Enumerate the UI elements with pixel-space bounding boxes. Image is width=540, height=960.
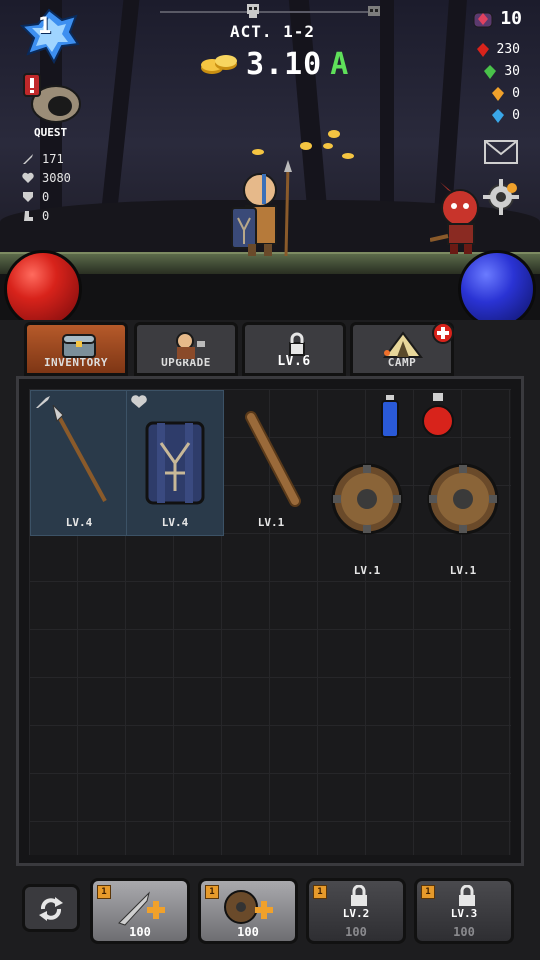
slot-level: LV.1 <box>449 564 477 577</box>
gold-counter: 3.10 A <box>200 44 348 84</box>
shield-plus-icon <box>224 890 273 924</box>
stat-health-value: 3080 <box>42 171 71 185</box>
tab-inventory[interactable]: INVENTORY <box>24 322 128 376</box>
tower-shield-icon <box>145 421 205 505</box>
lock-icon <box>351 885 367 906</box>
buy-weapon-button[interactable]: 1 100 <box>90 878 190 944</box>
resource-green-value: 30 <box>504 64 520 79</box>
resource-green: 30 <box>484 64 520 79</box>
resource-blue-value: 0 <box>512 108 520 123</box>
stat-attack-value: 171 <box>42 152 64 166</box>
flying-coins <box>252 130 354 159</box>
tier-badge: 1 <box>205 885 219 899</box>
resource-orange: 0 <box>492 86 520 101</box>
red-gem-icon <box>476 42 489 57</box>
unlock-level: LV.3 <box>450 907 478 920</box>
inventory-slot-spear[interactable]: LV.4 <box>30 390 128 536</box>
buy-shield-button[interactable]: 1 100 <box>198 878 298 944</box>
buy-cost: 100 <box>345 925 367 939</box>
gold-coins-icon <box>201 55 237 74</box>
unlock-level: LV.2 <box>342 907 370 920</box>
slot-level: LV.4 <box>161 516 189 529</box>
green-gem-icon <box>484 64 497 79</box>
boss-icon <box>368 6 380 16</box>
quest-label[interactable]: QUEST <box>34 126 67 139</box>
goblin-enemy <box>430 182 479 254</box>
blue-gem-icon <box>492 108 505 123</box>
wooden-buckler-icon <box>427 463 499 535</box>
hero-character <box>231 160 292 257</box>
stage-progress-track <box>160 11 380 13</box>
tier-badge: 1 <box>313 885 327 899</box>
gem-bag-icon <box>473 12 493 27</box>
chest-icon <box>62 334 96 358</box>
stat-health: 3080 <box>22 171 71 185</box>
buy-locked-button-2[interactable]: 1 LV.3 100 <box>414 878 514 944</box>
gem-total-value: 10 <box>500 8 522 29</box>
mail-icon[interactable] <box>484 140 518 164</box>
lock-icon <box>459 885 475 906</box>
buy-cost: 100 <box>237 925 259 939</box>
act-label: ACT. 1-2 <box>230 22 316 41</box>
gold-unit: A <box>330 46 349 82</box>
stat-defense-value: 0 <box>42 190 50 204</box>
inventory-grid-frame: LV.4 LV.4 LV.1 LV.1 LV.1 <box>16 376 524 866</box>
orange-gem-icon <box>492 86 505 101</box>
resource-red-value: 230 <box>496 42 520 57</box>
stat-attack: 171 <box>22 152 64 166</box>
heart-icon <box>22 172 34 183</box>
resource-red: 230 <box>476 42 520 57</box>
slot-level: LV.4 <box>65 516 93 529</box>
lock-icon <box>289 332 305 356</box>
sword-plus-icon <box>118 891 165 926</box>
shield-icon <box>23 192 33 202</box>
mp-orb <box>458 250 536 328</box>
camp-notification-icon <box>432 322 454 344</box>
tier-badge: 1 <box>97 885 111 899</box>
wooden-buckler-icon <box>331 463 403 535</box>
spear-icon <box>52 405 107 502</box>
equipped-health-icon <box>131 395 147 408</box>
gem-total[interactable]: 10 <box>472 8 522 29</box>
blacksmith-icon <box>176 332 205 359</box>
refresh-button[interactable] <box>22 884 80 932</box>
inventory-slot-buckler[interactable]: LV.1 <box>415 439 511 583</box>
inventory-slot-club[interactable]: LV.1 <box>223 391 319 535</box>
boot-icon <box>24 211 33 221</box>
stat-defense: 0 <box>22 190 49 204</box>
tab-upgrade[interactable]: UPGRADE <box>134 322 238 376</box>
inventory-grid: LV.4 LV.4 LV.1 LV.1 LV.1 <box>29 389 511 855</box>
player-level: 1 <box>38 14 52 39</box>
club-icon <box>245 411 301 507</box>
inventory-slot-buckler[interactable]: LV.1 <box>319 439 415 583</box>
resource-blue: 0 <box>492 108 520 123</box>
resource-orange-value: 0 <box>512 86 520 101</box>
buy-locked-button-1[interactable]: 1 LV.2 100 <box>306 878 406 944</box>
stat-speed: 0 <box>22 209 49 223</box>
tent-icon <box>383 331 423 358</box>
hp-orb <box>4 250 82 328</box>
mana-potion-icon[interactable] <box>379 395 401 439</box>
tier-badge: 1 <box>421 885 435 899</box>
buy-cost: 100 <box>453 925 475 939</box>
buy-cost: 100 <box>129 925 151 939</box>
inventory-slot-shield[interactable]: LV.4 <box>126 390 224 536</box>
slot-level: LV.1 <box>257 516 285 529</box>
gold-amount: 3.10 <box>246 46 323 82</box>
skull-icon <box>247 4 259 18</box>
slot-level: LV.1 <box>353 564 381 577</box>
refresh-icon <box>39 897 63 921</box>
health-potion-icon[interactable] <box>419 393 457 437</box>
tab-locked[interactable]: LV.6 <box>242 322 346 376</box>
quest-helmet-icon[interactable] <box>18 70 82 126</box>
stat-speed-value: 0 <box>42 209 50 223</box>
sword-icon <box>23 154 33 164</box>
